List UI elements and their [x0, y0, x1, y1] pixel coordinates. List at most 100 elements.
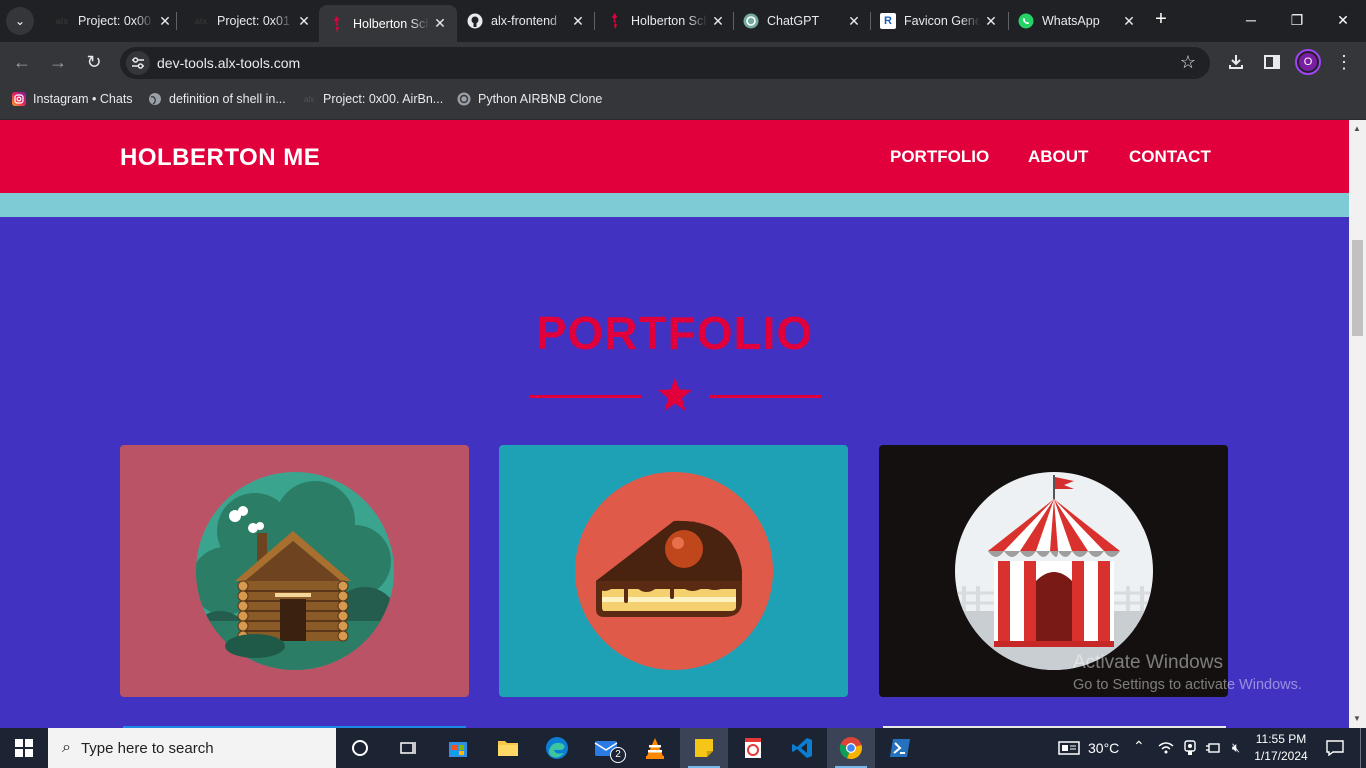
site-brand[interactable]: HOLBERTON ME [120, 144, 320, 172]
page-viewport: HOLBERTON ME PORTFOLIO ABOUT CONTACT POR… [0, 120, 1349, 728]
url-text[interactable]: dev-tools.alx-tools.com [157, 55, 300, 71]
download-icon[interactable] [1225, 51, 1247, 73]
divider-line-left [529, 395, 641, 398]
close-icon[interactable]: ✕ [843, 13, 865, 30]
section-title: PORTFOLIO [535, 307, 814, 359]
tab-whatsapp[interactable]: WhatsApp ✕ [1008, 6, 1146, 36]
site-header: HOLBERTON ME PORTFOLIO ABOUT CONTACT [0, 120, 1349, 193]
notifications-icon[interactable] [1318, 728, 1352, 768]
bookmark-label: Instagram • Chats [33, 92, 133, 106]
weather-icon[interactable] [1056, 728, 1082, 768]
system-clock[interactable]: 11:55 PM 1/17/2024 [1250, 731, 1312, 765]
tab-holberton-school-active[interactable]: Holberton School ✕ [319, 5, 457, 42]
taskbar-search-box[interactable]: ⌕ Type here to search [48, 728, 336, 768]
alx-icon: alx [303, 94, 315, 104]
browser-menu-icon[interactable]: ⋮ [1333, 51, 1355, 73]
portfolio-card-cabin[interactable] [120, 445, 469, 697]
profile-avatar[interactable]: O [1295, 49, 1321, 75]
log-cabin-icon [195, 472, 394, 670]
whatsapp-icon [1018, 13, 1034, 29]
bookmark-airbnb-project[interactable]: alx Project: 0x00. AirBn... [302, 92, 443, 106]
browser-toolbar: ← → ↻ dev-tools.alx-tools.com ☆ ⋮ [0, 42, 1366, 82]
nav-link-about[interactable]: ABOUT [1028, 147, 1088, 167]
windows-logo-icon [15, 739, 33, 757]
address-bar[interactable]: dev-tools.alx-tools.com ☆ [120, 47, 1210, 79]
close-window-button[interactable]: ✕ [1320, 0, 1366, 40]
weather-temperature[interactable]: 30°C [1088, 740, 1119, 756]
bookmark-python-airbnb[interactable]: Python AIRBNB Clone [457, 92, 602, 106]
star-icon [658, 378, 692, 411]
powershell-icon[interactable] [876, 728, 924, 768]
tab-chatgpt[interactable]: ChatGPT ✕ [733, 6, 871, 36]
edge-browser-icon[interactable] [533, 728, 581, 768]
activation-watermark-title: Activate Windows [1073, 652, 1223, 673]
tab-alx-frontend[interactable]: alx-frontend ✕ [457, 6, 595, 36]
tab-project-0x00[interactable]: alx Project: 0x00 ✕ [44, 6, 182, 36]
windows-taskbar: ⌕ Type here to search 2 30°C ⌃ 🔇︎ 11:55 … [0, 728, 1366, 768]
favicon-generator-icon: R [880, 13, 896, 29]
wifi-icon[interactable] [1155, 728, 1177, 768]
scroll-up-arrow-icon[interactable]: ▲ [1353, 124, 1361, 133]
vscode-icon[interactable] [778, 728, 826, 768]
meet-now-icon[interactable] [1179, 728, 1201, 768]
tab-title: Project: 0x01 [217, 14, 290, 28]
back-button[interactable]: ← [10, 50, 34, 74]
forward-button[interactable]: → [46, 50, 70, 74]
microsoft-store-icon[interactable] [434, 728, 482, 768]
close-icon[interactable]: ✕ [567, 13, 589, 30]
holberton-icon [329, 15, 345, 32]
start-button[interactable] [0, 728, 48, 768]
tab-title: Project: 0x00 [78, 14, 151, 28]
close-icon[interactable]: ✕ [154, 13, 176, 30]
mail-icon[interactable]: 2 [582, 728, 630, 768]
page-scrollbar[interactable]: ▲ ▼ [1349, 120, 1366, 728]
close-icon[interactable]: ✕ [1118, 13, 1140, 30]
circus-tent-icon [954, 472, 1153, 670]
tab-holberton-school[interactable]: Holberton School ✕ [597, 6, 735, 36]
tray-expand-chevron-icon[interactable]: ⌃ [1133, 738, 1145, 755]
portfolio-card-cake[interactable] [499, 445, 848, 697]
reload-button[interactable]: ↻ [82, 50, 106, 74]
bookmark-shell-definition[interactable]: definition of shell in... [148, 92, 286, 106]
tab-title: Holberton School [631, 14, 707, 28]
document-app-icon[interactable] [729, 728, 777, 768]
tab-separator [594, 12, 595, 30]
tab-title: WhatsApp [1042, 14, 1100, 28]
power-plug-icon[interactable] [1202, 728, 1224, 768]
chrome-icon[interactable] [827, 728, 875, 768]
close-icon[interactable]: ✕ [293, 13, 315, 30]
tab-project-0x01[interactable]: alx Project: 0x01 ✕ [183, 6, 321, 36]
close-icon[interactable]: ✕ [980, 13, 1002, 30]
search-placeholder: Type here to search [80, 739, 214, 757]
close-icon[interactable]: ✕ [707, 13, 729, 30]
restore-button[interactable]: ❐ [1274, 0, 1320, 40]
scrollbar-thumb[interactable] [1352, 240, 1363, 336]
activation-watermark-subtitle: Go to Settings to activate Windows. [1073, 677, 1302, 693]
mail-badge: 2 [610, 747, 626, 763]
new-tab-button[interactable]: + [1150, 9, 1172, 31]
show-desktop-button[interactable] [1360, 728, 1366, 768]
file-explorer-icon[interactable] [484, 728, 532, 768]
tab-search-button[interactable]: ⌄ [6, 7, 34, 35]
nav-link-contact[interactable]: CONTACT [1129, 147, 1211, 167]
close-icon[interactable]: ✕ [429, 15, 451, 32]
side-panel-icon[interactable] [1261, 51, 1283, 73]
volume-muted-icon[interactable]: 🔇︎ [1225, 728, 1247, 768]
sticky-notes-icon[interactable] [680, 728, 728, 768]
bookmark-instagram[interactable]: Instagram • Chats [12, 92, 133, 106]
tab-strip: ⌄ alx Project: 0x00 ✕ alx Project: 0x01 … [0, 0, 1366, 42]
tab-title: Holberton School [353, 16, 429, 31]
task-view-icon[interactable] [384, 728, 432, 768]
clock-time: 11:55 PM [1255, 732, 1307, 746]
cortana-icon[interactable] [336, 728, 384, 768]
site-settings-icon[interactable] [126, 51, 150, 75]
cake-slice-icon [574, 472, 773, 670]
tab-favicon-generator[interactable]: R Favicon Generator ✕ [870, 6, 1008, 36]
minimize-button[interactable]: ─ [1228, 0, 1274, 40]
tab-title: alx-frontend [491, 14, 558, 28]
bookmark-star-icon[interactable]: ☆ [1180, 52, 1196, 73]
bookmark-label: Project: 0x00. AirBn... [323, 92, 444, 106]
nav-link-portfolio[interactable]: PORTFOLIO [890, 147, 989, 167]
scroll-down-arrow-icon[interactable]: ▼ [1353, 714, 1361, 723]
vlc-icon[interactable] [631, 728, 679, 768]
